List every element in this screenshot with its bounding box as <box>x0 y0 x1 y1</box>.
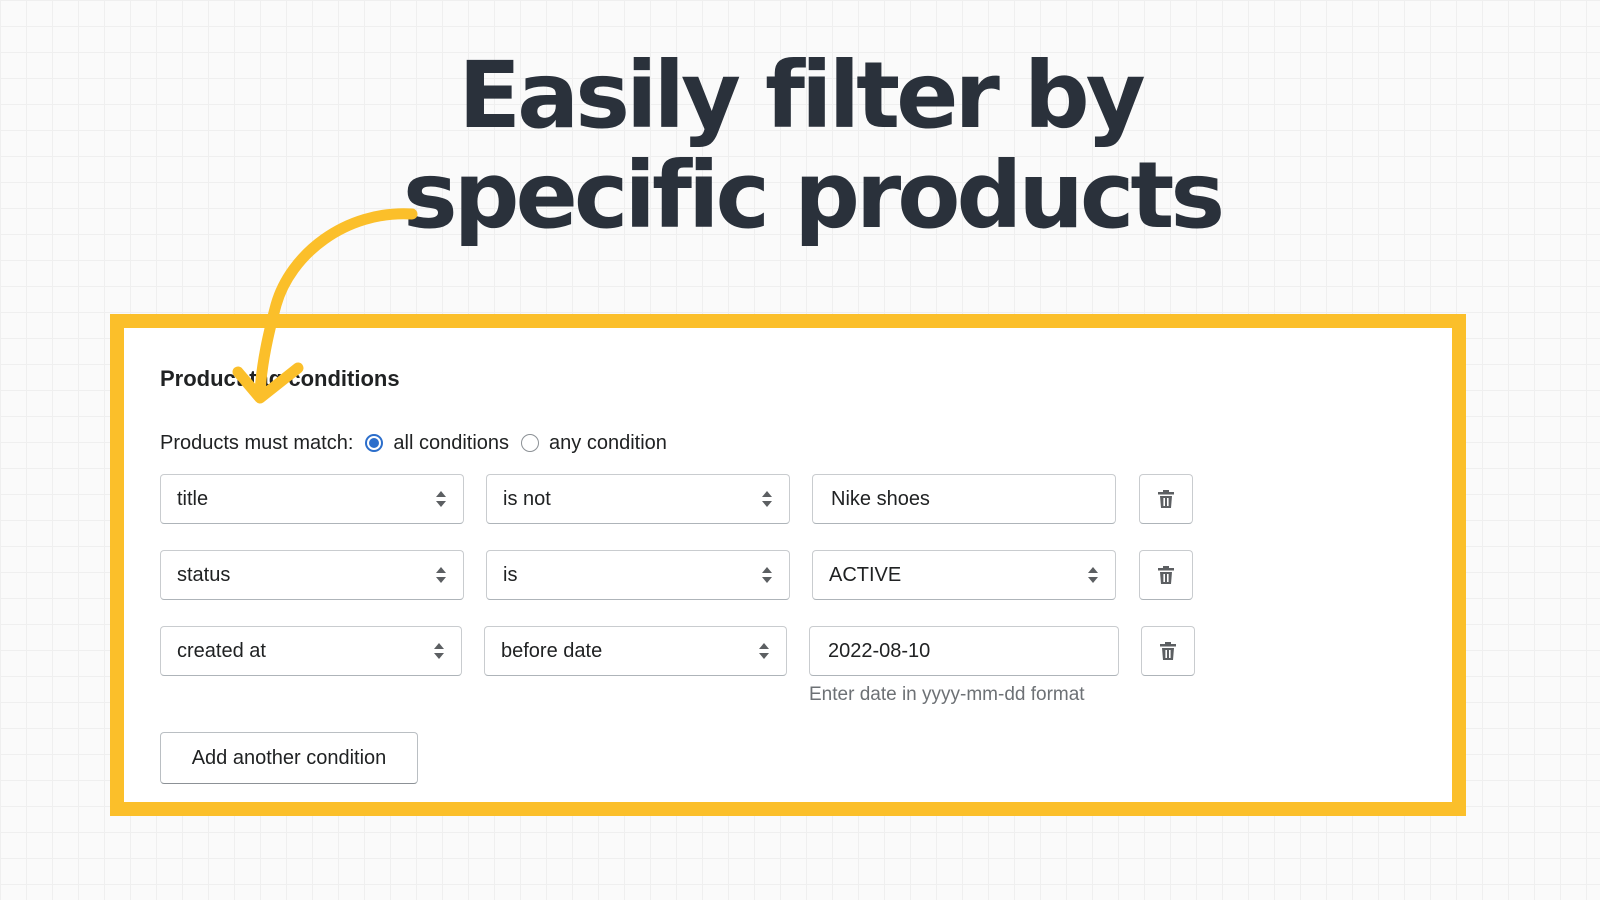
curved-arrow-icon <box>232 208 418 404</box>
